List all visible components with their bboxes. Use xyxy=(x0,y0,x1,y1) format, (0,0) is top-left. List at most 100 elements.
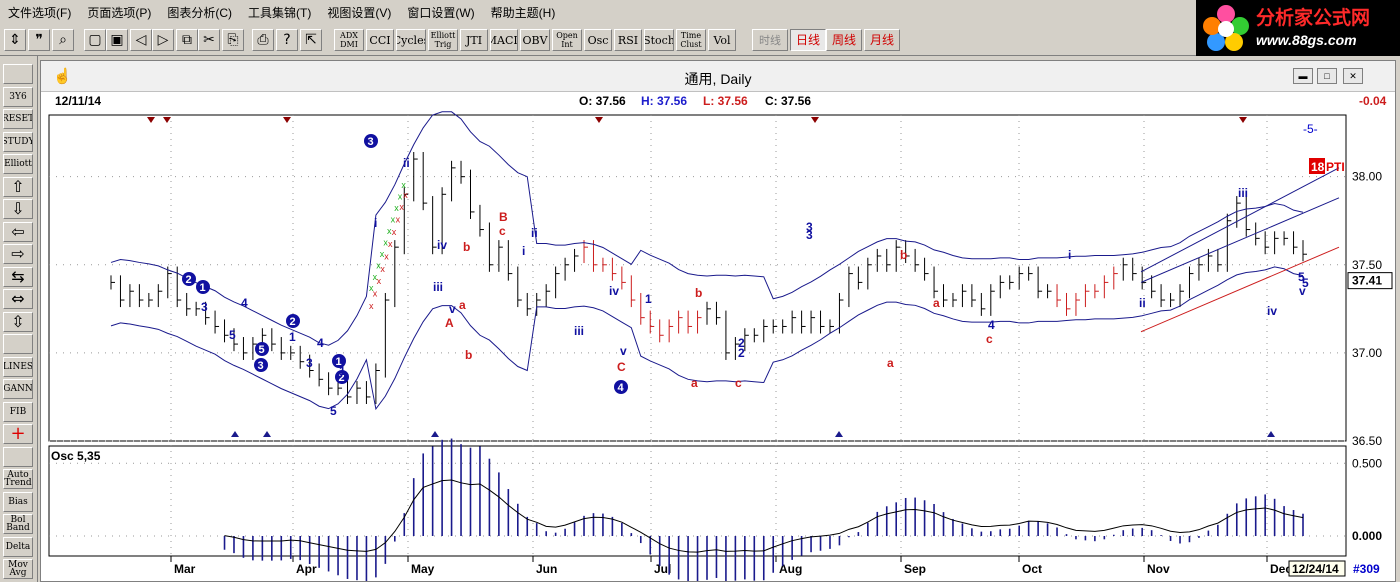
wave-label-blue: iii xyxy=(433,280,443,294)
indicator-button-2[interactable]: Cycles xyxy=(396,29,426,51)
indicator-button-9[interactable]: RSI xyxy=(614,29,642,51)
back-button[interactable]: ◁ xyxy=(130,29,152,51)
wave-label-blue: 5 xyxy=(1357,111,1364,114)
wave-label-blue: 2 xyxy=(186,274,192,286)
subwave-mark-green: x xyxy=(401,180,406,190)
indicator-button-7[interactable]: Open Int xyxy=(552,29,582,51)
cursor-arrow-button[interactable]: ⇕ xyxy=(4,29,26,51)
indicator-button-3[interactable]: Elliott Trig xyxy=(428,29,458,51)
close-icon: ✕ xyxy=(1349,70,1357,81)
quote-button[interactable]: ❞ xyxy=(28,29,50,51)
compress-icon[interactable]: ⇆ xyxy=(3,266,33,287)
wave-label-blue: 3 xyxy=(201,300,208,314)
new-page-button[interactable]: ▢ xyxy=(84,29,106,51)
chart-window: ☝ 通用, Daily ▬ □ ✕ 12/11/14 O: 37.56 H: 3… xyxy=(40,60,1396,582)
wave-label-blue: 4 xyxy=(618,382,625,394)
lines-button[interactable]: LINES xyxy=(3,356,33,377)
copy-button[interactable]: ⧉ xyxy=(176,29,198,51)
indicator-button-8[interactable]: Osc xyxy=(584,29,612,51)
subwave-mark-red: x xyxy=(384,251,389,261)
profile-button[interactable]: 3Y6 xyxy=(3,86,33,107)
indicator-button-4[interactable]: JTI xyxy=(460,29,488,51)
indicator-button-5[interactable]: MACD xyxy=(490,29,518,51)
grid-icon[interactable] xyxy=(3,334,33,354)
wave-label-red: A xyxy=(445,316,454,330)
help-pointer-button[interactable]: ⇱ xyxy=(300,29,322,51)
info-low: L: 37.56 xyxy=(703,94,748,108)
expand-icon[interactable]: ⇔ xyxy=(3,289,33,309)
indicator-button-0[interactable]: ADX DMI xyxy=(334,29,364,51)
auto-trend-button[interactable]: Auto Trend xyxy=(3,469,33,489)
top-marker-icon xyxy=(595,117,603,123)
help-pointer-icon: ⇱ xyxy=(305,31,317,48)
menu-item-2[interactable]: 图表分析(C) xyxy=(159,0,240,26)
ohlc-info-bar: 12/11/14 O: 37.56 H: 37.56 L: 37.56 C: 3… xyxy=(47,92,1386,110)
maximize-button[interactable]: □ xyxy=(1317,68,1337,84)
arrow-right-icon[interactable]: ⇨ xyxy=(3,244,33,264)
study-button[interactable]: STUDY xyxy=(3,131,33,152)
paste-icon: ⎘ xyxy=(227,31,239,48)
crosshair-icon[interactable]: + xyxy=(3,424,33,444)
menu-item-3[interactable]: 工具集锦(T) xyxy=(240,0,319,26)
wave-label-red: c xyxy=(499,224,506,238)
close-button[interactable]: ✕ xyxy=(1343,68,1363,84)
wave-label-blue: i xyxy=(522,244,525,258)
menu-item-0[interactable]: 文件选项(F) xyxy=(0,0,79,26)
forward-button[interactable]: ▷ xyxy=(152,29,174,51)
elliott-button[interactable]: Elliott xyxy=(3,154,33,174)
wave-degree-label: -5- xyxy=(1303,122,1318,136)
bottom-marker-icon xyxy=(231,431,239,437)
arrow-down-icon[interactable]: ⇩ xyxy=(3,199,33,219)
period-tab-2[interactable]: 周线 xyxy=(826,29,862,51)
edit-icon[interactable] xyxy=(3,446,33,467)
period-tab-1[interactable]: 日线 xyxy=(790,29,826,51)
trend-channel-upper xyxy=(1140,167,1340,273)
menu-item-1[interactable]: 页面选项(P) xyxy=(79,0,159,26)
wave-label-blue: 5 xyxy=(1302,276,1309,290)
wave-label-blue: 5 xyxy=(259,344,265,356)
indicator-button-6[interactable]: OBV xyxy=(520,29,550,51)
indicator-button-11[interactable]: Time Clust xyxy=(676,29,706,51)
save-button[interactable]: ▣ xyxy=(106,29,128,51)
period-tab-0[interactable]: 时线 xyxy=(752,29,788,51)
subwave-mark-red: x xyxy=(392,227,397,237)
wave-label-blue: 3 xyxy=(306,356,313,370)
vertical-scale-icon[interactable]: ⇳ xyxy=(3,311,33,332)
indicator-button-12[interactable]: Vol xyxy=(708,29,736,51)
print-button[interactable]: ⎙ xyxy=(252,29,274,51)
wave-label-red: b xyxy=(900,248,907,262)
subwave-mark-red: x xyxy=(377,276,382,286)
left-tool-panel: 3Y6 RESET STUDY Elliott ⇧ ⇩ ⇦ ⇨ ⇆ ⇔ ⇳ LINES GANN FIB +… xyxy=(0,56,38,582)
menu-item-6[interactable]: 帮助主题(H) xyxy=(483,0,564,26)
gann-button[interactable]: GANN xyxy=(3,379,33,399)
wave-label-blue: ii xyxy=(1139,296,1146,310)
reset-button[interactable]: RESET xyxy=(3,109,33,129)
price-chart[interactable]: 38.00 37.50 37.00 36.50 37.41 0.500 0.000 Osc 5… xyxy=(41,111,1395,581)
back-icon: ◁ xyxy=(135,31,147,48)
mov-avg-button[interactable]: Mov Avg xyxy=(3,559,33,579)
indicator-button-1[interactable]: CCI xyxy=(366,29,394,51)
window-titlebar[interactable]: ☝ 通用, Daily ▬ □ ✕ xyxy=(41,61,1395,92)
info-change: -0.04 xyxy=(1359,94,1387,108)
bol-band-button[interactable]: Bol Band xyxy=(3,514,33,534)
period-tab-3[interactable]: 月线 xyxy=(864,29,900,51)
wave-label-blue: iv xyxy=(1267,304,1277,318)
arrow-left-icon[interactable]: ⇦ xyxy=(3,221,33,242)
zoom-button[interactable]: ⌕ xyxy=(52,29,74,51)
cut-button[interactable]: ✂ xyxy=(198,29,220,51)
help-button[interactable]: ? xyxy=(276,29,298,51)
arrow-up-icon[interactable]: ⇧ xyxy=(3,176,33,197)
quote-icon: ❞ xyxy=(35,31,43,48)
fib-button[interactable]: FIB xyxy=(3,401,33,422)
paste-button[interactable]: ⎘ xyxy=(222,29,244,51)
menu-item-4[interactable]: 视图设置(V) xyxy=(319,0,399,26)
menu-item-5[interactable]: 窗口设置(W) xyxy=(399,0,482,26)
indicator-button-10[interactable]: Stoch xyxy=(644,29,674,51)
bias-button[interactable]: Bias xyxy=(3,491,33,512)
price-tick-label: 37.50 xyxy=(1352,258,1382,272)
subwave-mark-green: x xyxy=(398,192,403,202)
open-folder-icon[interactable] xyxy=(3,64,33,84)
wave-label-blue: 4 xyxy=(317,336,324,350)
minimize-button[interactable]: ▬ xyxy=(1293,68,1313,84)
delta-button[interactable]: Delta xyxy=(3,536,33,557)
